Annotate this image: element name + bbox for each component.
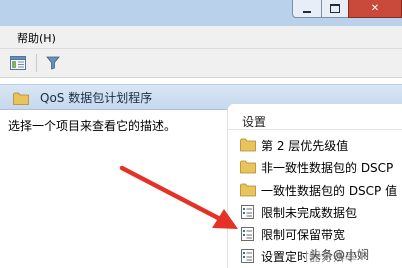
- settings-item[interactable]: 限制未完成数据包: [240, 201, 402, 223]
- settings-item[interactable]: 限制可保留带宽: [240, 223, 402, 245]
- close-icon: ✕: [370, 3, 380, 14]
- settings-list-panel: 设置 第 2 层优先级值 非一致性数据包的 DSCP 一致性数据包的 DSCP …: [227, 104, 402, 268]
- close-button[interactable]: ✕: [348, 0, 402, 18]
- window-titlebar: ✕: [0, 0, 402, 27]
- folder-icon: [240, 138, 256, 152]
- settings-item-label: 第 2 层优先级值: [261, 139, 349, 153]
- policy-setting-icon: [241, 249, 254, 263]
- settings-item-label: 限制可保留带宽: [261, 228, 346, 242]
- maximize-icon: [330, 4, 340, 13]
- settings-item-label: 一致性数据包的 DSCP 值: [261, 184, 398, 198]
- filter-button[interactable]: [43, 54, 63, 72]
- red-arrow-icon: [119, 165, 238, 229]
- settings-item-label: 非一致性数据包的 DSCP: [261, 161, 394, 175]
- settings-column-label: 设置: [242, 115, 267, 129]
- show-hide-tree-icon: [10, 56, 26, 70]
- minimize-icon: [303, 10, 311, 13]
- folder-icon: [240, 183, 256, 197]
- settings-column-header[interactable]: 设置: [228, 104, 402, 130]
- policy-setting-icon: [241, 227, 254, 241]
- minimize-button[interactable]: [292, 0, 322, 18]
- menu-bar: 帮助(H): [0, 26, 402, 49]
- toolbar-separator: [36, 54, 37, 72]
- settings-item[interactable]: 第 2 层优先级值: [240, 134, 402, 156]
- show-hide-tree-button[interactable]: [8, 54, 28, 72]
- folder-icon: [13, 90, 29, 109]
- menu-help[interactable]: 帮助(H): [17, 30, 56, 46]
- node-title: QoS 数据包计划程序: [40, 91, 153, 105]
- folder-icon: [240, 160, 256, 174]
- filter-icon: [46, 56, 60, 70]
- settings-item-label: 限制未完成数据包: [261, 206, 358, 220]
- policy-setting-icon: [241, 205, 254, 219]
- settings-item[interactable]: 一致性数据包的 DSCP 值: [240, 179, 402, 201]
- maximize-button[interactable]: [321, 0, 349, 18]
- description-text: 选择一个项目来查看它的描述。: [8, 119, 177, 133]
- settings-item[interactable]: 非一致性数据包的 DSCP: [240, 156, 402, 178]
- toolbar: [0, 49, 402, 78]
- watermark: 头条@小娴: [306, 246, 373, 263]
